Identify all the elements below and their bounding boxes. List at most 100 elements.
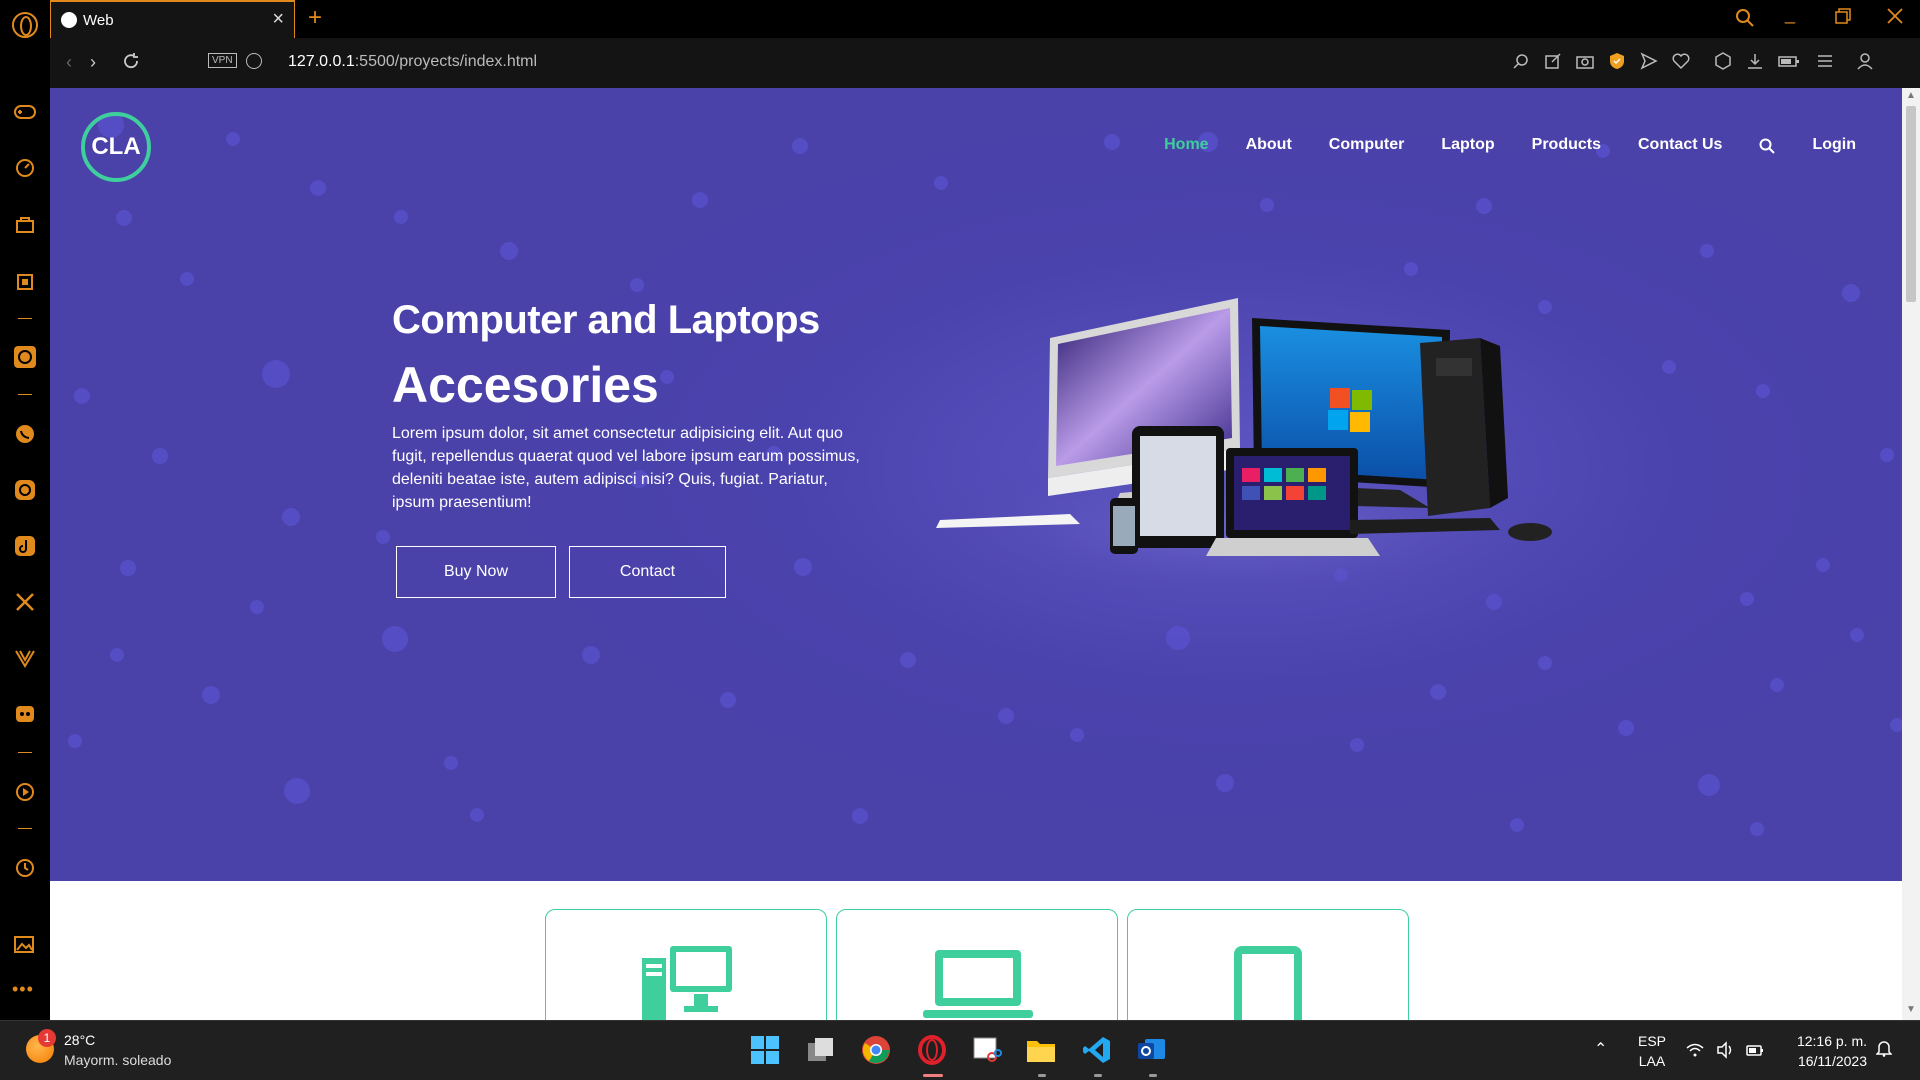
category-card[interactable] [836, 909, 1118, 1020]
more-options-icon[interactable]: ••• [12, 980, 34, 998]
weather-temperature[interactable]: 28°C [64, 1032, 95, 1048]
reload-icon[interactable] [122, 52, 140, 75]
nav-home[interactable]: Home [1164, 136, 1208, 154]
search-icon[interactable] [1759, 138, 1776, 154]
tiktok-icon[interactable] [13, 534, 37, 558]
background-bubble [202, 686, 220, 704]
background-bubble [444, 756, 458, 770]
scroll-down-icon[interactable]: ▼ [1906, 1004, 1916, 1015]
language-indicator[interactable]: ESP LAA [1638, 1031, 1666, 1071]
profile-icon[interactable] [1856, 52, 1874, 70]
opera-logo-icon[interactable] [12, 12, 38, 38]
nav-login[interactable]: Login [1812, 136, 1856, 154]
new-tab-icon[interactable]: + [308, 4, 322, 32]
devices-illustration [900, 298, 1580, 598]
vk-icon[interactable] [13, 646, 37, 670]
clock-date: 16/11/2023 [1797, 1053, 1867, 1069]
close-tab-icon[interactable]: × [272, 9, 284, 29]
wifi-icon[interactable] [1686, 1041, 1704, 1059]
volume-icon[interactable] [1716, 1041, 1734, 1059]
weather-description[interactable]: Mayorm. soleado [64, 1052, 171, 1068]
settings-sliders-icon[interactable] [1816, 52, 1834, 70]
speedometer-icon[interactable] [13, 156, 37, 180]
nav-products[interactable]: Products [1532, 136, 1601, 154]
heart-icon[interactable] [1672, 52, 1690, 70]
background-bubble [1850, 628, 1864, 642]
chevron-up-icon[interactable]: ⌃ [1594, 1039, 1607, 1059]
background-bubble [1260, 198, 1274, 212]
gamepad-icon[interactable] [13, 100, 37, 124]
site-logo[interactable]: CLA [81, 112, 151, 182]
back-icon[interactable]: ‹ [66, 52, 72, 73]
page-scrollbar[interactable]: ▲ ▼ [1902, 88, 1920, 1020]
battery-saver-icon[interactable] [1778, 52, 1800, 70]
vscode-icon[interactable] [1082, 1035, 1114, 1077]
discord-icon[interactable] [13, 702, 37, 726]
background-bubble [1216, 774, 1234, 792]
system-clock[interactable]: 12:16 p. m. 16/11/2023 [1785, 1031, 1867, 1071]
chrome-icon[interactable] [861, 1035, 893, 1067]
file-explorer-icon[interactable] [1026, 1035, 1058, 1077]
language-code: ESP [1638, 1033, 1667, 1049]
x-twitter-icon[interactable] [13, 590, 37, 614]
background-bubble [1350, 738, 1364, 752]
background-bubble [852, 808, 868, 824]
minimize-icon[interactable]: _ [1785, 4, 1795, 25]
extensions-cube-icon[interactable] [1714, 52, 1732, 70]
whatsapp-icon[interactable] [13, 422, 37, 446]
bag-icon[interactable] [13, 212, 37, 236]
background-bubble [1698, 774, 1720, 796]
vpn-badge[interactable]: VPN [208, 53, 237, 68]
laptop-image [1206, 448, 1380, 556]
forward-icon[interactable]: › [90, 52, 96, 73]
site-info-icon[interactable] [246, 53, 262, 69]
share-icon[interactable] [1544, 52, 1562, 70]
browser-tab[interactable]: Web × [50, 0, 295, 38]
contact-button[interactable]: Contact [569, 546, 726, 598]
snipping-tool-icon[interactable] [972, 1035, 1004, 1067]
pc-tower-image [1420, 338, 1508, 516]
category-card[interactable] [1127, 909, 1409, 1020]
send-icon[interactable] [1640, 52, 1658, 70]
background-bubble [284, 778, 310, 804]
adblock-shield-icon[interactable] [1608, 52, 1626, 70]
running-app-indicator [1094, 1074, 1102, 1077]
background-bubble [692, 192, 708, 208]
background-bubble [120, 560, 136, 576]
buy-now-button[interactable]: Buy Now [396, 546, 556, 598]
camera-icon[interactable] [1576, 52, 1594, 70]
battery-icon[interactable] [1746, 1041, 1764, 1059]
restore-icon[interactable] [1835, 8, 1851, 29]
find-in-page-icon[interactable] [1512, 52, 1530, 70]
background-bubble [794, 558, 812, 576]
close-window-icon[interactable] [1887, 8, 1903, 29]
scroll-up-icon[interactable]: ▲ [1906, 90, 1916, 101]
search-tabs-icon[interactable] [1735, 8, 1755, 33]
background-bubble [1750, 822, 1764, 836]
task-view-icon[interactable] [806, 1035, 838, 1067]
opera-taskbar-icon[interactable] [917, 1035, 949, 1077]
category-card[interactable] [545, 909, 827, 1020]
gallery-icon[interactable] [13, 932, 37, 956]
scroll-thumb[interactable] [1906, 106, 1916, 302]
instagram-icon[interactable] [13, 478, 37, 502]
nav-laptop[interactable]: Laptop [1441, 136, 1494, 154]
chatgpt-icon[interactable] [13, 345, 37, 369]
web-page: CLA Home About Computer Laptop Products … [50, 88, 1902, 1020]
nav-contact-us[interactable]: Contact Us [1638, 136, 1722, 154]
outlook-icon[interactable] [1137, 1035, 1169, 1077]
background-bubble [1890, 718, 1902, 732]
history-icon[interactable] [13, 856, 37, 880]
url-field[interactable]: 127.0.0.1:5500/proyects/index.html [288, 53, 537, 71]
download-icon[interactable] [1746, 52, 1764, 70]
notification-bell-icon[interactable] [1876, 1039, 1892, 1057]
nav-computer[interactable]: Computer [1329, 136, 1405, 154]
cpu-icon[interactable] [13, 270, 37, 294]
start-button[interactable] [750, 1035, 782, 1067]
background-bubble [630, 278, 644, 292]
player-icon[interactable] [13, 780, 37, 804]
windows-taskbar: 1 28°C Mayorm. soleado ⌃ ESP LAA 12:16 p… [0, 1020, 1920, 1080]
background-bubble [376, 530, 390, 544]
background-bubble [262, 360, 290, 388]
nav-about[interactable]: About [1246, 136, 1292, 154]
